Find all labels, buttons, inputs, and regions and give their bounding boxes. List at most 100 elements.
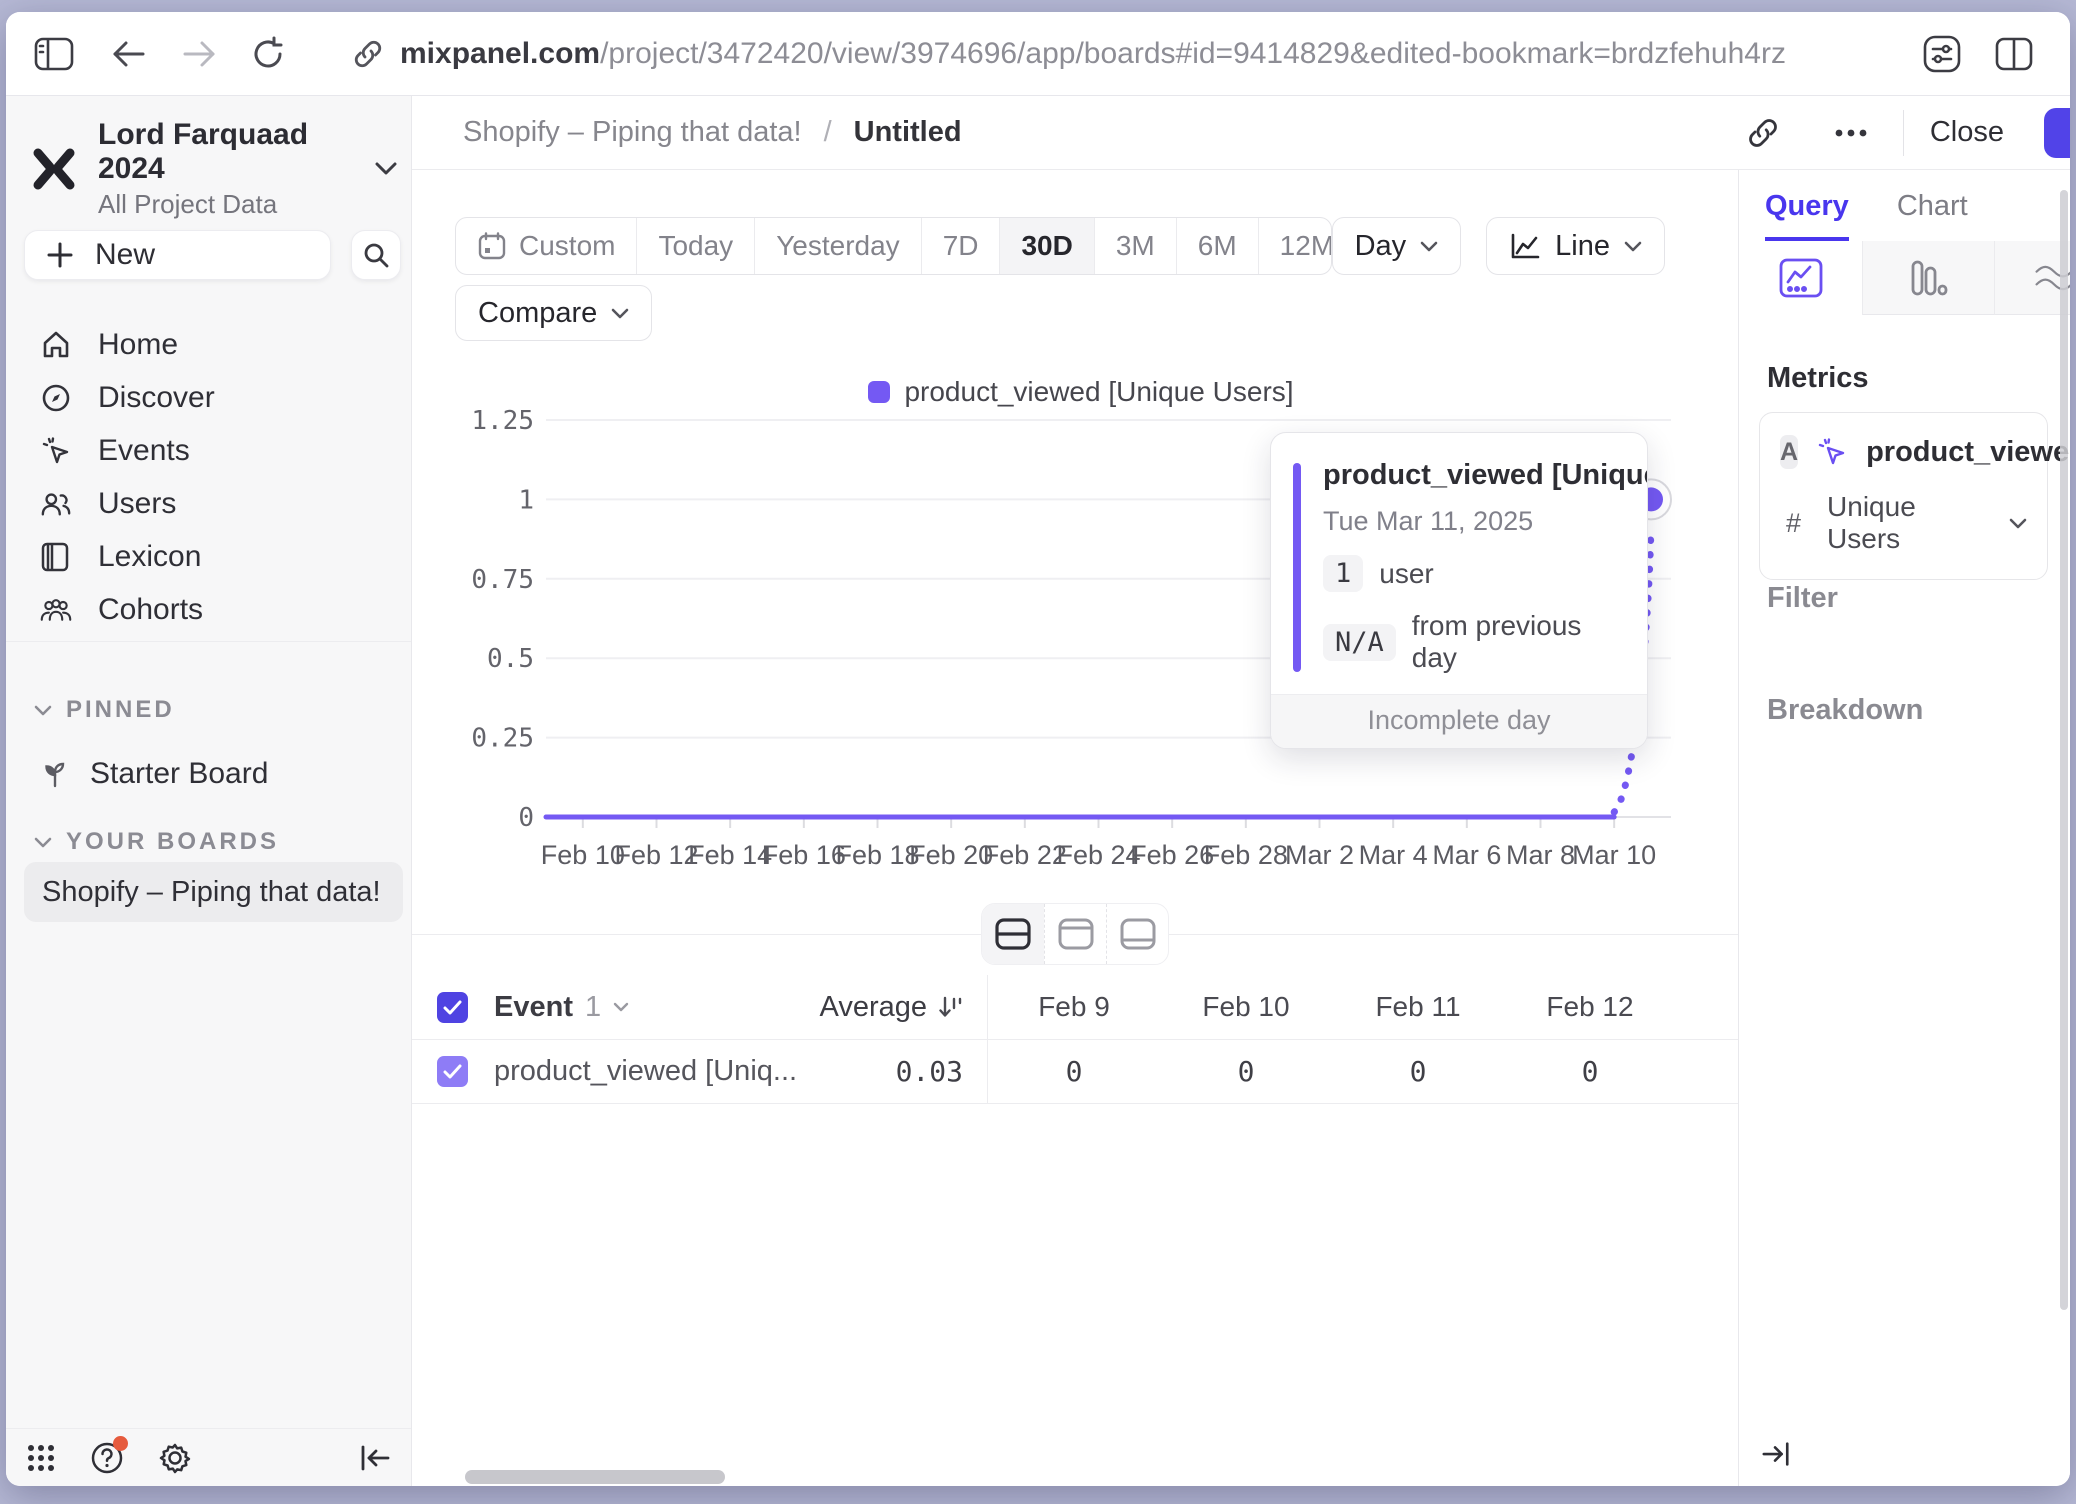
plus-icon bbox=[47, 242, 73, 268]
metric-card[interactable]: A product_viewed # Unique Users bbox=[1759, 412, 2048, 580]
apps-grid-icon[interactable] bbox=[26, 1443, 56, 1473]
new-button[interactable]: New bbox=[24, 230, 331, 280]
board-header: Shopify – Piping that data! / Untitled C… bbox=[412, 96, 2070, 170]
date-column-header[interactable]: Feb 12 bbox=[1504, 991, 1676, 1023]
range-30d-active[interactable]: 30D bbox=[999, 218, 1093, 274]
collapse-sidebar-icon[interactable] bbox=[359, 1444, 391, 1472]
row-value: 0 bbox=[1582, 1055, 1599, 1088]
browser-toolbar: mixpanel.com/project/3472420/view/397469… bbox=[6, 12, 2070, 96]
tooltip-delta: N/A bbox=[1323, 624, 1396, 661]
range-6m[interactable]: 6M bbox=[1176, 218, 1258, 274]
tooltip-footer-note: Incomplete day bbox=[1271, 694, 1647, 748]
panel-tabs: Query Chart bbox=[1739, 170, 2070, 241]
svg-text:Feb 24: Feb 24 bbox=[1056, 840, 1140, 870]
svg-text:Feb 16: Feb 16 bbox=[762, 840, 846, 870]
retention-tab-partial[interactable] bbox=[1994, 241, 2070, 315]
results-table: Event 1 Average Feb 9 Feb 10 Feb 11 Feb … bbox=[412, 975, 1738, 1104]
collapse-panel-icon[interactable] bbox=[1761, 1440, 1791, 1468]
pinned-section-header[interactable]: PINNED bbox=[34, 696, 175, 724]
help-icon[interactable] bbox=[90, 1441, 124, 1475]
close-button[interactable]: Close bbox=[1930, 116, 2004, 149]
layout-toggle-group bbox=[981, 903, 1169, 965]
layout-chart-only-button[interactable] bbox=[1044, 904, 1106, 964]
sidebar-item-home[interactable]: Home bbox=[24, 318, 401, 371]
svg-text:Feb 10: Feb 10 bbox=[541, 840, 625, 870]
insights-tab-active[interactable] bbox=[1739, 241, 1862, 315]
sidebar-item-lexicon[interactable]: Lexicon bbox=[24, 530, 401, 583]
svg-text:Feb 22: Feb 22 bbox=[983, 840, 1067, 870]
more-options-icon[interactable] bbox=[1825, 128, 1877, 138]
layout-table-only-button[interactable] bbox=[1106, 904, 1168, 964]
sidebar-item-cohorts[interactable]: Cohorts bbox=[24, 583, 401, 636]
sidebar-item-shopify-board[interactable]: Shopify – Piping that data! bbox=[24, 862, 403, 922]
project-switcher[interactable]: Lord Farquaad 2024 All Project Data bbox=[28, 118, 397, 220]
settings-gear-icon[interactable] bbox=[158, 1441, 192, 1475]
range-12m[interactable]: 12M bbox=[1258, 218, 1332, 274]
svg-text:0.75: 0.75 bbox=[471, 565, 534, 595]
sprout-icon bbox=[40, 759, 70, 789]
split-view-icon[interactable] bbox=[1992, 32, 2036, 76]
date-column-header[interactable]: Feb 11 bbox=[1332, 991, 1504, 1023]
sidebar: Lord Farquaad 2024 All Project Data New … bbox=[6, 96, 412, 1486]
row-value: 0 bbox=[1238, 1055, 1255, 1088]
metric-measurement-dropdown[interactable]: Unique Users bbox=[1827, 491, 1983, 555]
sidebar-item-users[interactable]: Users bbox=[24, 477, 401, 530]
svg-text:Mar 2: Mar 2 bbox=[1285, 840, 1354, 870]
range-yesterday[interactable]: Yesterday bbox=[754, 218, 921, 274]
forward-icon[interactable] bbox=[178, 32, 222, 76]
range-3m[interactable]: 3M bbox=[1094, 218, 1176, 274]
analysis-type-tabs bbox=[1739, 241, 2070, 315]
sidebar-item-events[interactable]: Events bbox=[24, 424, 401, 477]
granularity-dropdown[interactable]: Day bbox=[1332, 217, 1462, 275]
metric-event-name: product_viewed bbox=[1866, 436, 2070, 469]
date-column-header[interactable]: Feb 10 bbox=[1160, 991, 1332, 1023]
your-boards-section-header[interactable]: YOUR BOARDS bbox=[34, 828, 279, 856]
project-name: Lord Farquaad 2024 bbox=[98, 118, 357, 186]
browser-extensions-icon[interactable] bbox=[1920, 32, 1964, 76]
breadcrumb-page-title[interactable]: Untitled bbox=[854, 116, 962, 149]
row-series-name: product_viewed [Uniq... bbox=[494, 1055, 797, 1088]
tab-query[interactable]: Query bbox=[1765, 190, 1849, 241]
chevron-down-icon bbox=[34, 837, 52, 848]
table-row[interactable]: product_viewed [Uniq... 0.03 0 0 0 0 bbox=[412, 1040, 1738, 1104]
event-column-header[interactable]: Event 1 bbox=[468, 991, 813, 1024]
row-checkbox[interactable] bbox=[437, 1056, 468, 1087]
date-column-header[interactable]: Feb 9 bbox=[988, 991, 1160, 1023]
funnels-tab[interactable] bbox=[1862, 241, 1994, 315]
tab-chart[interactable]: Chart bbox=[1897, 190, 1968, 241]
sidebar-item-discover[interactable]: Discover bbox=[24, 371, 401, 424]
metrics-section-label: Metrics bbox=[1767, 362, 1869, 395]
average-column-header[interactable]: Average bbox=[813, 991, 963, 1024]
copy-link-icon[interactable] bbox=[1737, 116, 1789, 150]
save-button-partial[interactable] bbox=[2044, 108, 2070, 158]
svg-text:Feb 26: Feb 26 bbox=[1130, 840, 1214, 870]
users-icon bbox=[40, 489, 72, 519]
metric-operator: # bbox=[1786, 508, 1801, 539]
reload-icon[interactable] bbox=[246, 32, 290, 76]
browser-sidebar-toggle-icon[interactable] bbox=[32, 32, 76, 76]
chevron-down-icon bbox=[611, 308, 629, 319]
horizontal-scrollbar-thumb[interactable] bbox=[465, 1470, 725, 1484]
svg-text:1.25: 1.25 bbox=[471, 407, 534, 436]
chart-legend[interactable]: product_viewed [Unique Users] bbox=[446, 376, 1716, 408]
tooltip-value-unit: user bbox=[1379, 558, 1433, 590]
back-icon[interactable] bbox=[106, 32, 150, 76]
vertical-scrollbar-thumb[interactable] bbox=[2060, 190, 2068, 1310]
range-7d[interactable]: 7D bbox=[921, 218, 1000, 274]
search-icon bbox=[362, 241, 390, 269]
sidebar-item-starter-board[interactable]: Starter Board bbox=[24, 746, 401, 802]
chevron-down-icon bbox=[375, 162, 397, 176]
layout-split-view-button[interactable] bbox=[982, 904, 1044, 964]
range-custom[interactable]: Custom bbox=[456, 218, 636, 274]
chart-type-dropdown[interactable]: Line bbox=[1486, 217, 1665, 275]
select-all-checkbox[interactable] bbox=[437, 992, 468, 1023]
breadcrumb-board[interactable]: Shopify – Piping that data! bbox=[463, 116, 802, 149]
url-domain: mixpanel.com bbox=[400, 37, 600, 70]
svg-text:0.25: 0.25 bbox=[471, 724, 534, 754]
chevron-down-icon bbox=[1624, 241, 1642, 252]
range-today[interactable]: Today bbox=[636, 218, 754, 274]
svg-text:1: 1 bbox=[518, 485, 534, 515]
address-bar[interactable]: mixpanel.com/project/3472420/view/397469… bbox=[400, 37, 1786, 71]
search-button[interactable] bbox=[351, 230, 401, 280]
compare-dropdown[interactable]: Compare bbox=[455, 285, 652, 341]
